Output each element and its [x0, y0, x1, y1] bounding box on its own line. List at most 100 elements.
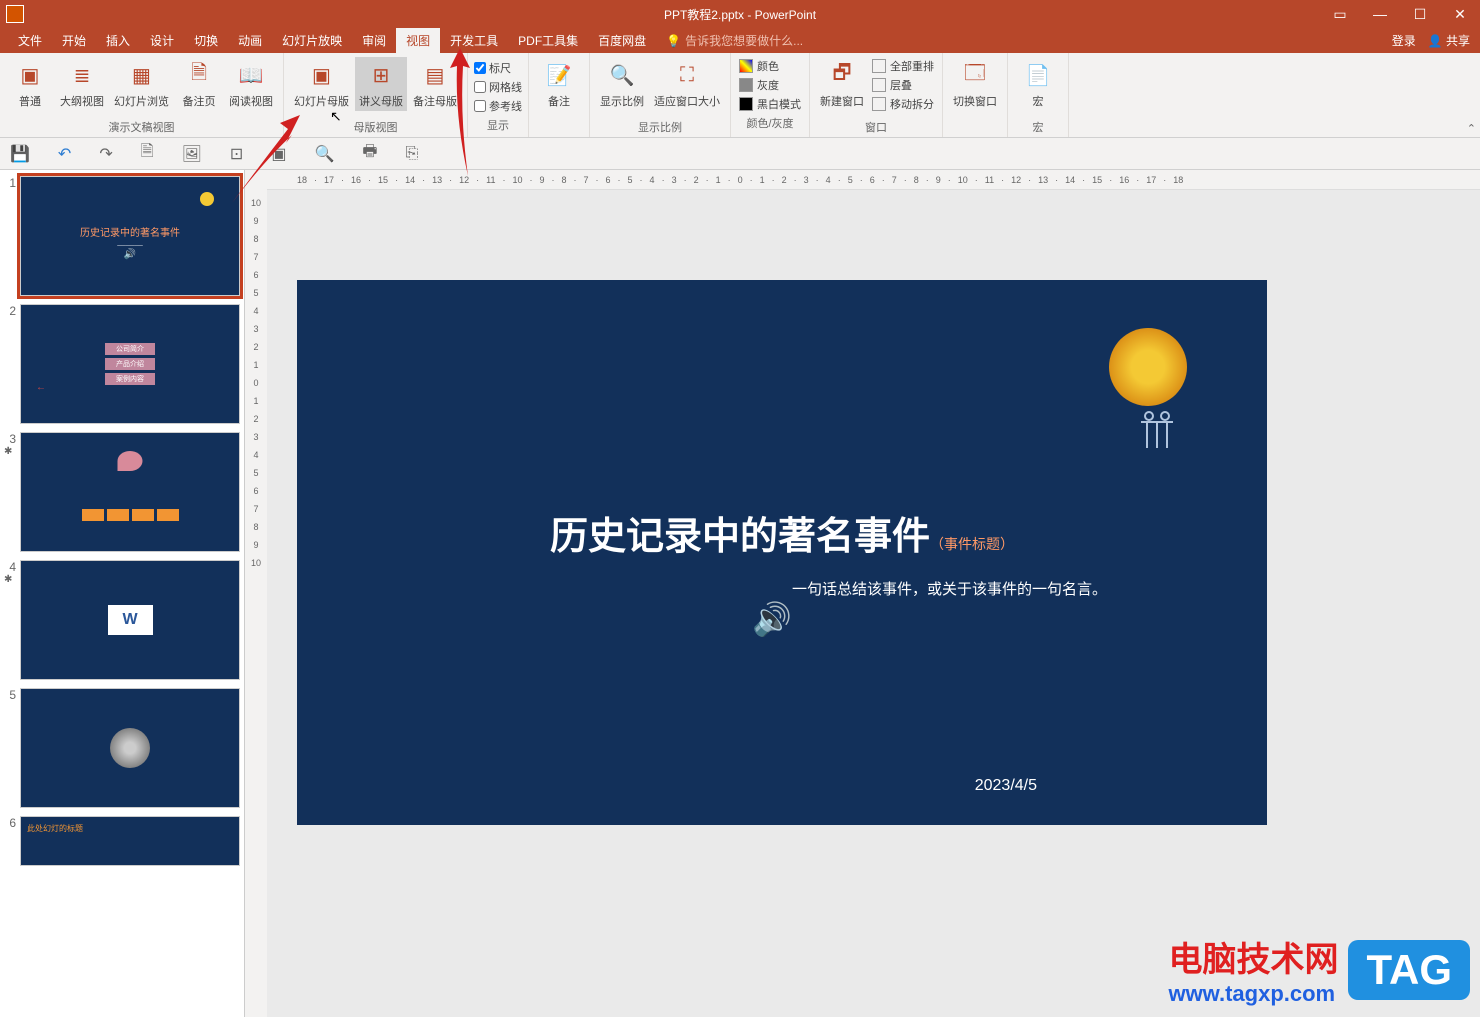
- thumb-box: [82, 509, 104, 521]
- ruler-tick: 5: [253, 288, 258, 298]
- maximize-icon[interactable]: ☐: [1400, 0, 1440, 28]
- slide-number: 4: [4, 560, 20, 574]
- tab-pdftools[interactable]: PDF工具集: [508, 28, 588, 53]
- tab-baidu[interactable]: 百度网盘: [588, 28, 656, 53]
- tell-me-label: 告诉我您想要做什么...: [685, 32, 803, 49]
- slide-subtitle[interactable]: 一句话总结该事件，或关于该事件的一句名言。: [297, 578, 1267, 599]
- login-button[interactable]: 登录: [1392, 32, 1416, 49]
- gridlines-checkbox[interactable]: 网格线: [474, 78, 522, 96]
- ruler-tick: 2: [694, 175, 699, 185]
- qat-icon-3[interactable]: ⊡: [230, 144, 243, 164]
- ruler-tick: 9: [936, 175, 941, 185]
- thumb-box: [157, 509, 179, 521]
- leaf-image[interactable]: [1109, 328, 1187, 406]
- tab-home[interactable]: 开始: [52, 28, 96, 53]
- qat-icon-5[interactable]: 🔍: [314, 144, 334, 164]
- ruler-tick: 3: [804, 175, 809, 185]
- ruler-tick: 8: [253, 522, 258, 532]
- slide-thumbnail-5[interactable]: [20, 688, 240, 808]
- ribbon-options-icon[interactable]: ▭: [1320, 0, 1360, 28]
- slide-thumbnail-2[interactable]: 公司简介 产品介绍 案例内容 ←: [20, 304, 240, 424]
- macros-button[interactable]: 📄宏: [1014, 57, 1062, 111]
- slide-date[interactable]: 2023/4/5: [975, 777, 1037, 795]
- collapse-ribbon-icon[interactable]: ⌃: [1467, 122, 1476, 135]
- ruler-tick: 14: [1065, 175, 1075, 185]
- ruler-tick: 0: [253, 378, 258, 388]
- cascade-button[interactable]: 层叠: [870, 76, 936, 94]
- slide-thumbnail-panel[interactable]: 1 历史记录中的著名事件 ────── 🔊 2 公司简介 产品介绍 案例内容 ←…: [0, 170, 245, 1017]
- move-split-button[interactable]: 移动拆分: [870, 95, 936, 113]
- ruler-tick: 8: [914, 175, 919, 185]
- handout-master-button[interactable]: ⊞讲义母版: [355, 57, 407, 111]
- qat-icon-6[interactable]: 🖶: [362, 140, 377, 167]
- group-color-grayscale: 颜色 灰度 黑白模式 颜色/灰度: [731, 53, 810, 137]
- tab-transitions[interactable]: 切换: [184, 28, 228, 53]
- tab-insert[interactable]: 插入: [96, 28, 140, 53]
- qat-icon-4[interactable]: ▣: [271, 144, 286, 164]
- ruler-tick: 15: [378, 175, 388, 185]
- ruler-tick: 3: [253, 324, 258, 334]
- close-icon[interactable]: ✕: [1440, 0, 1480, 28]
- slide-canvas[interactable]: 历史记录中的著名事件（事件标题） 一句话总结该事件，或关于该事件的一句名言。 🔊…: [297, 280, 1267, 825]
- audio-icon[interactable]: 🔊: [752, 600, 792, 638]
- tab-animations[interactable]: 动画: [228, 28, 272, 53]
- column-decoration-icon: [1135, 408, 1179, 452]
- group-label-master-views: 母版视图: [354, 117, 398, 137]
- fit-window-button[interactable]: ⛶适应窗口大小: [650, 57, 724, 111]
- tab-view[interactable]: 视图: [396, 28, 440, 53]
- editor-area: 18·17·16·15·14·13·12·11·10·9·8·7·6·5·4·3…: [267, 170, 1480, 1017]
- tab-file[interactable]: 文件: [8, 28, 52, 53]
- blackwhite-button[interactable]: 黑白模式: [737, 95, 803, 113]
- qat-icon-1[interactable]: 🗎: [141, 140, 154, 167]
- group-notes-single: 📝备注: [529, 53, 590, 137]
- tab-slideshow[interactable]: 幻灯片放映: [272, 28, 352, 53]
- ruler-tick: 15: [1092, 175, 1102, 185]
- slide-sorter-button[interactable]: ▦幻灯片浏览: [110, 57, 173, 111]
- ruler-tick: 18: [297, 175, 307, 185]
- tab-review[interactable]: 审阅: [352, 28, 396, 53]
- ruler-tick: 6: [870, 175, 875, 185]
- slide-thumbnail-1[interactable]: 历史记录中的著名事件 ────── 🔊: [20, 176, 240, 296]
- ruler-tick: 12: [459, 175, 469, 185]
- switch-window-button[interactable]: 🗔切换窗口: [949, 57, 1001, 111]
- notes-master-button[interactable]: ▤备注母版: [409, 57, 461, 111]
- ruler-tick: 17: [324, 175, 334, 185]
- slidemaster-label: 幻灯片母版: [294, 93, 349, 109]
- slide-thumbnail-4[interactable]: W: [20, 560, 240, 680]
- minimize-icon[interactable]: —: [1360, 0, 1400, 28]
- window-title: PPT教程2.pptx - PowerPoint: [664, 6, 816, 23]
- notes-button[interactable]: 📝备注: [535, 57, 583, 111]
- ruler-tick: 2: [782, 175, 787, 185]
- ruler-checkbox[interactable]: 标尺: [474, 59, 522, 77]
- outline-view-button[interactable]: ≣大纲视图: [56, 57, 108, 111]
- slide-thumbnail-6[interactable]: 此处幻灯的标题: [20, 816, 240, 866]
- tab-design[interactable]: 设计: [140, 28, 184, 53]
- slide-master-button[interactable]: ▣幻灯片母版: [290, 57, 353, 111]
- ruler-tick: 1: [253, 396, 258, 406]
- slide-title[interactable]: 历史记录中的著名事件（事件标题）: [297, 505, 1267, 560]
- grayscale-button[interactable]: 灰度: [737, 76, 803, 94]
- save-icon[interactable]: 💾: [10, 144, 30, 164]
- reading-view-button[interactable]: 📖阅读视图: [225, 57, 277, 111]
- guides-checkbox[interactable]: 参考线: [474, 97, 522, 115]
- share-button[interactable]: 👤 共享: [1428, 32, 1470, 49]
- qat-icon-2[interactable]: 🖼: [182, 144, 202, 164]
- redo-icon[interactable]: ↷: [99, 144, 112, 164]
- undo-icon[interactable]: ↶: [58, 144, 71, 164]
- notes-page-button[interactable]: 🗎备注页: [175, 57, 223, 111]
- tell-me-search[interactable]: 💡 告诉我您想要做什么...: [666, 32, 803, 49]
- arrow-thumb-icon: ←: [36, 382, 46, 393]
- tab-developer[interactable]: 开发工具: [440, 28, 508, 53]
- slide-thumbnail-3[interactable]: [20, 432, 240, 552]
- new-window-button[interactable]: 🗗新建窗口: [816, 57, 868, 111]
- normal-view-button[interactable]: ▣普通: [6, 57, 54, 111]
- ruler-tick: 10: [958, 175, 968, 185]
- arrange-all-button[interactable]: 全部重排: [870, 57, 936, 75]
- zoom-button[interactable]: 🔍显示比例: [596, 57, 648, 111]
- group-label-window: 窗口: [865, 117, 887, 137]
- color-button[interactable]: 颜色: [737, 57, 803, 75]
- ruler-tick: 10: [512, 175, 522, 185]
- ruler-tick: 5: [253, 468, 258, 478]
- switchwin-label: 切换窗口: [953, 93, 997, 109]
- qat-icon-7[interactable]: ⎘: [405, 145, 418, 163]
